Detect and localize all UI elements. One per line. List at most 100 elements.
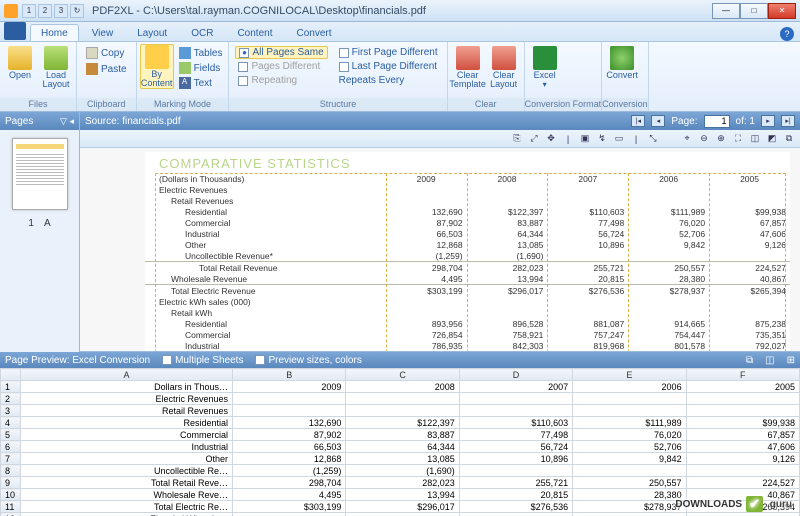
by-content-button[interactable]: By Content [140,44,174,89]
ribbon-tabs: Home View Layout OCR Content Convert ? [0,22,800,42]
preview-title: Page Preview: Excel Conversion [5,355,150,366]
content-icon [145,45,169,69]
quick-access-toolbar: 1 2 3 ↻ [22,4,84,18]
watermark: DOWNLOADS✔.guru [675,496,792,512]
page-input[interactable]: 1 [704,115,730,128]
tab-home[interactable]: Home [30,24,79,41]
radio-icon: ● [239,48,249,58]
group-label: Conversion [602,98,648,111]
toolbar-icon[interactable]: ◩ [765,132,779,146]
toolbar-icon[interactable]: | [629,132,643,146]
page-of: of: 1 [736,116,755,127]
check-icon [339,48,349,58]
toolbar-icon[interactable]: ✥ [544,132,558,146]
toolbar-icon[interactable]: ⊖ [697,132,711,146]
excel-preview-grid[interactable]: ABCDEF1Dollars in Thous…2009200820072006… [0,368,800,516]
clear-template-button[interactable]: Clear Template [451,44,485,91]
close-button[interactable]: ✕ [768,3,796,19]
page-thumbnail[interactable] [12,138,68,210]
open-button[interactable]: Open [3,44,37,82]
paste-button[interactable]: Paste [83,62,130,76]
text-button[interactable]: AText [176,76,226,90]
page-label: Page: [671,116,697,127]
qat-btn[interactable]: 1 [22,4,36,18]
toolbar-icon[interactable]: ⛶ [731,132,745,146]
tables-button[interactable]: Tables [176,46,226,60]
toolbar-icon[interactable]: | [561,132,575,146]
tab-convert[interactable]: Convert [285,24,342,41]
check-icon: ✔ [746,496,763,512]
paste-icon [86,63,98,75]
toolbar-icon[interactable]: ⤢ [527,132,541,146]
copy-button[interactable]: Copy [83,46,127,60]
pages-sidebar: Pages▽ ◂ 1A [0,112,80,352]
load-layout-button[interactable]: Load Layout [39,44,73,91]
ribbon: Open Load Layout Files Copy Paste Clipbo… [0,42,800,112]
preview-opt-icon[interactable]: ⊞ [787,355,795,366]
toolbar-icon[interactable] [663,132,677,146]
clear-icon [456,46,480,70]
maximize-button[interactable]: □ [740,3,768,19]
document-viewport[interactable]: COMPARATIVE STATISTICS (Dollars in Thous… [80,148,800,352]
folder-icon [8,46,32,70]
group-label: Files [0,98,76,111]
group-label: Clear [448,98,524,111]
last-page-diff[interactable]: Last Page Different [336,60,441,73]
toolbar-icon[interactable]: ◫ [748,132,762,146]
check-icon [339,62,349,72]
pages-different[interactable]: Pages Different [235,60,327,73]
convert-button[interactable]: Convert [605,44,639,82]
thumb-page-letter: A [44,218,51,229]
window-title: PDF2XL - C:\Users\tal.rayman.COGNILOCAL\… [92,5,712,17]
excel-icon [533,46,557,70]
clear-layout-button[interactable]: Clear Layout [487,44,521,91]
convert-icon [610,46,634,70]
preview-opt-icon[interactable]: ⧉ [746,355,753,366]
prev-page-button[interactable]: ◂ [651,115,665,127]
field-icon [179,62,191,74]
next-page-button[interactable]: ▸ [761,115,775,127]
document-area: Source: financials.pdf |◂ ◂ Page: 1 of: … [80,112,800,352]
toolbar-icon[interactable]: ⎘ [510,132,524,146]
toolbar-icon[interactable]: ⊕ [714,132,728,146]
group-label: Structure [229,98,446,111]
toolbar-icon[interactable]: ▣ [578,132,592,146]
app-icon [4,4,18,18]
fields-button[interactable]: Fields [176,61,226,75]
toolbar-icon[interactable]: ⤡ [646,132,660,146]
repeats-every[interactable]: Repeats Every [336,74,441,87]
group-label: Conversion Format [525,98,602,111]
multiple-sheets-check[interactable]: Multiple Sheets [162,355,243,366]
toolbar-icon[interactable]: ↯ [595,132,609,146]
tab-ocr[interactable]: OCR [180,24,224,41]
radio-icon [238,76,248,86]
qat-refresh[interactable]: ↻ [70,4,84,18]
filter-icon[interactable]: ▽ ◂ [60,116,74,127]
tab-content[interactable]: Content [226,24,283,41]
view-toolstrip: ⎘⤢✥|▣↯▭|⤡⌖⊖⊕⛶◫◩⧉ [80,130,800,148]
table-icon [179,47,191,59]
last-page-button[interactable]: ▸| [781,115,795,127]
preview-sizes-check[interactable]: Preview sizes, colors [255,355,361,366]
thumb-page-num: 1 [28,218,34,229]
tab-view[interactable]: View [81,24,125,41]
qat-btn[interactable]: 2 [38,4,52,18]
toolbar-icon[interactable]: ⌖ [680,132,694,146]
group-label: Marking Mode [137,98,229,111]
repeating[interactable]: Repeating [235,74,327,87]
first-page-button[interactable]: |◂ [631,115,645,127]
qat-btn[interactable]: 3 [54,4,68,18]
toolbar-icon[interactable]: ▭ [612,132,626,146]
copy-icon [86,47,98,59]
toolbar-icon[interactable]: ⧉ [782,132,796,146]
excel-format-button[interactable]: Excel▾ [528,44,562,91]
radio-icon [238,62,248,72]
file-menu-button[interactable] [4,22,26,40]
preview-opt-icon[interactable]: ◫ [765,355,774,366]
text-icon: A [179,77,191,89]
first-page-diff[interactable]: First Page Different [336,46,441,59]
minimize-button[interactable]: — [712,3,740,19]
tab-layout[interactable]: Layout [126,24,178,41]
all-pages-same[interactable]: ●All Pages Same [235,46,327,59]
help-icon[interactable]: ? [780,27,794,41]
